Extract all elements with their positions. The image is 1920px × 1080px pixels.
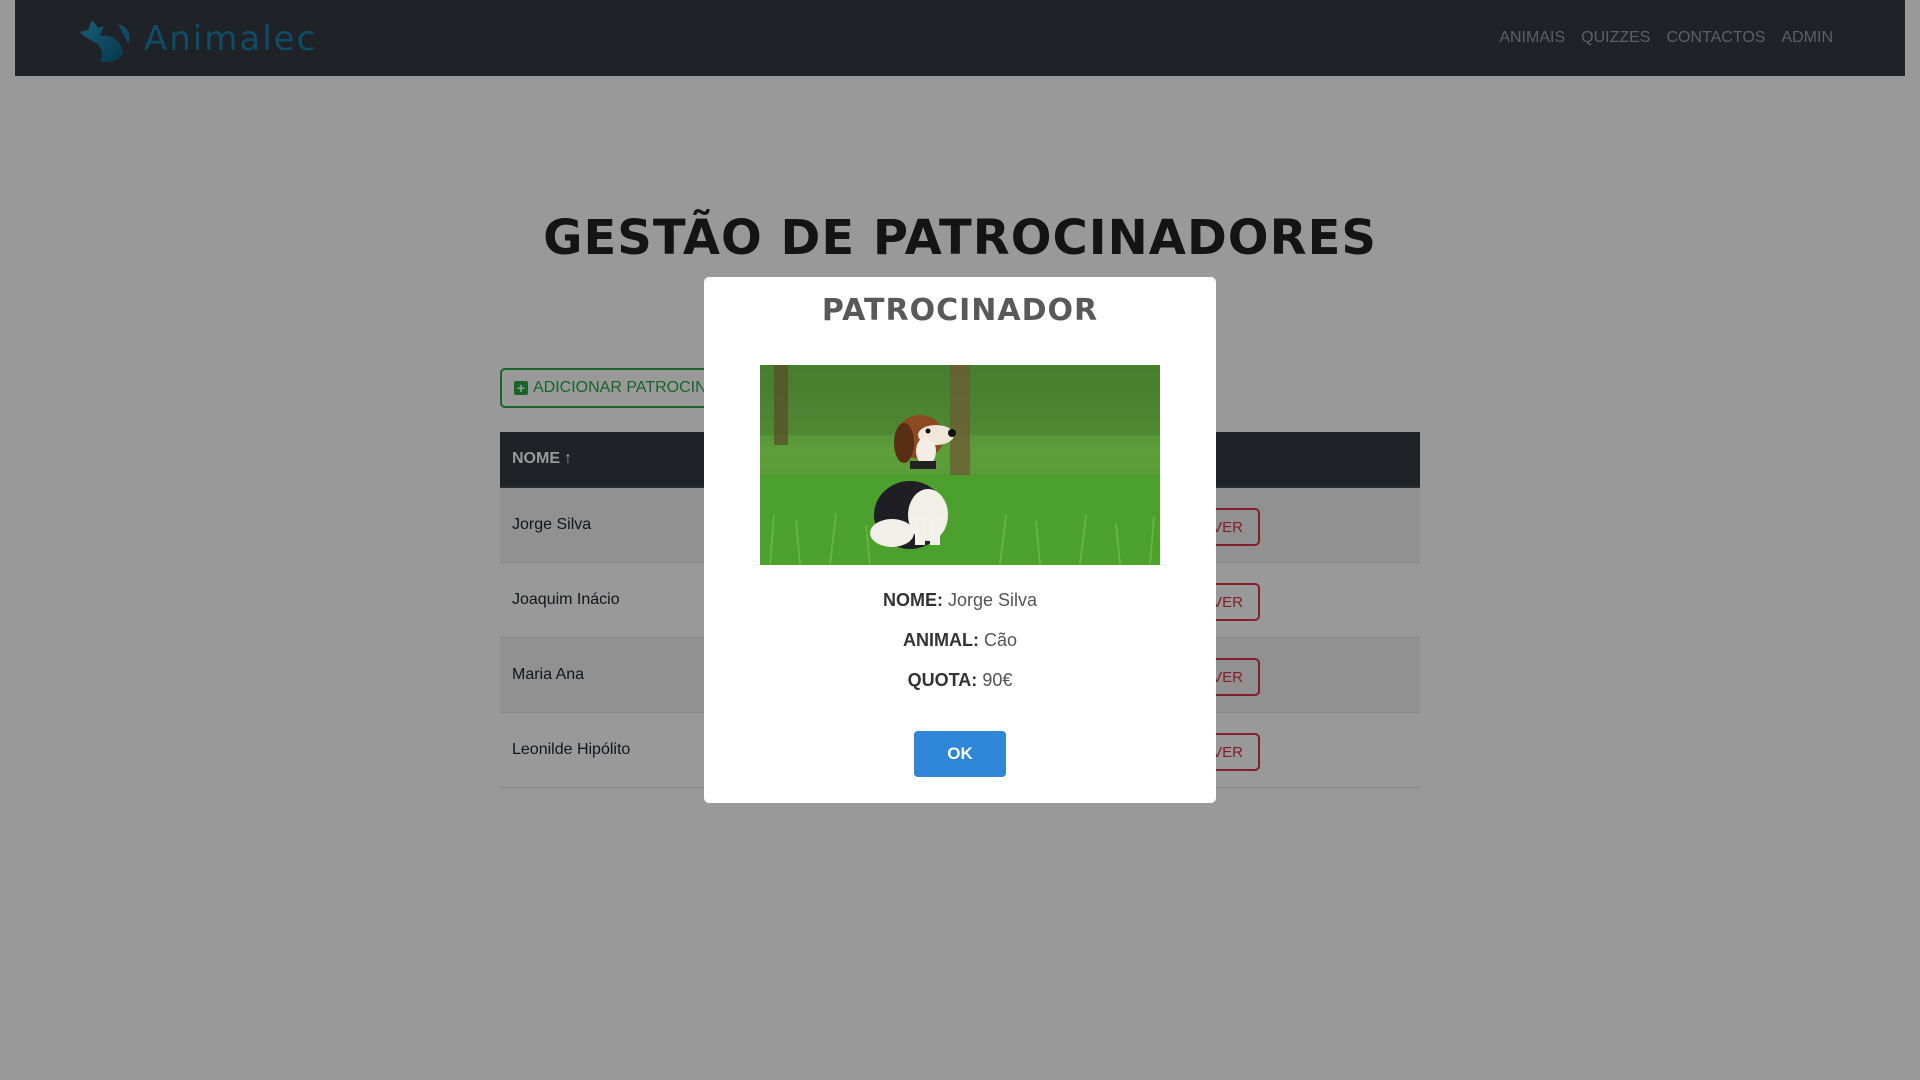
ok-button[interactable]: OK: [914, 731, 1006, 777]
field-nome-value: Jorge Silva: [947, 590, 1038, 610]
field-animal: ANIMAL: Cão: [704, 630, 1216, 651]
field-quota: QUOTA: 90€: [704, 670, 1216, 691]
dog-photo: [760, 365, 1160, 565]
sponsor-modal: PATROCINADOR NOME: Jorge Silva ANIMAL: C…: [704, 277, 1216, 803]
field-nome: NOME: Jorge Silva: [704, 590, 1216, 611]
field-nome-label: NOME:: [882, 590, 943, 610]
field-quota-label: QUOTA:: [907, 670, 978, 690]
field-animal-value: Cão: [983, 630, 1018, 650]
field-quota-value: 90€: [982, 670, 1013, 690]
field-animal-label: ANIMAL:: [902, 630, 979, 650]
modal-title: PATROCINADOR: [821, 293, 1099, 328]
